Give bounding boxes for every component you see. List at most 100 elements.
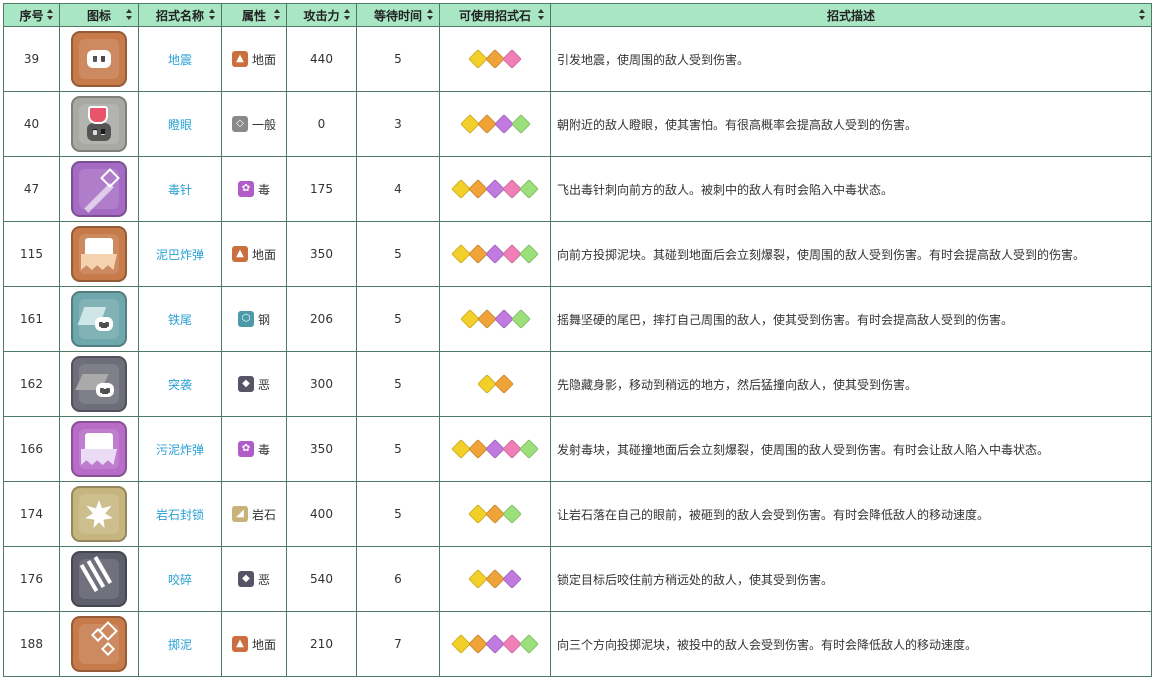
cell-type: ◆ 恶: [221, 351, 287, 417]
cell-name: 地震: [138, 26, 222, 92]
header-stones[interactable]: 可使用招式石: [439, 3, 551, 27]
cell-num: 174: [3, 481, 60, 547]
move-name-link[interactable]: 泥巴炸弹: [156, 248, 204, 262]
type-label: 一般: [251, 117, 276, 132]
header-desc[interactable]: 招式描述: [550, 3, 1152, 27]
type-label: 钢: [257, 312, 270, 327]
header-atk[interactable]: 攻击力: [286, 3, 357, 27]
table-row: 166 污泥炸弹 ✿ 毒 350 5 发射毒块，其碰撞地面后会立刻爆裂，使周围的敌人受到伤害…: [3, 416, 1152, 482]
cell-icon: [59, 351, 139, 417]
cell-icon: [59, 611, 139, 677]
cell-type: ✿ 毒: [221, 416, 287, 482]
cell-num: 161: [3, 286, 60, 352]
table-header-row: 序号 图标 招式名称 属性 攻击力 等待时间 可使用招式石 招式描述: [3, 3, 1152, 27]
cell-type: ▲ 地面: [221, 26, 287, 92]
header-name[interactable]: 招式名称: [138, 3, 222, 27]
move-stone-icon: [502, 49, 522, 69]
cell-wait: 5: [356, 351, 440, 417]
cell-desc: 朝附近的敌人瞪眼，使其害怕。有很高概率会提高敌人受到的伤害。: [550, 91, 1152, 157]
cell-stones: [439, 91, 551, 157]
cell-desc: 摇舞坚硬的尾巴，摔打自己周围的敌人，使其受到伤害。有时会提高敌人受到的伤害。: [550, 286, 1152, 352]
cell-wait: 6: [356, 546, 440, 612]
type-icon: ▲: [231, 51, 248, 67]
crunch-icon: [71, 551, 127, 607]
cell-wait: 3: [356, 91, 440, 157]
cell-name: 突袭: [138, 351, 222, 417]
table-row: 47 毒针 ✿ 毒 175 4 飞出毒针刺向前方的敌人。被刺中的敌人有时会陷入中毒状态。: [3, 156, 1152, 222]
cell-wait: 4: [356, 156, 440, 222]
cell-wait: 5: [356, 416, 440, 482]
move-name-link[interactable]: 突袭: [168, 378, 192, 392]
sort-icon: [344, 9, 350, 20]
cell-num: 166: [3, 416, 60, 482]
cell-stones: [439, 611, 551, 677]
cell-desc: 让岩石落在自己的眼前，被砸到的敌人会受到伤害。有时会降低敌人的移动速度。: [550, 481, 1152, 547]
header-num[interactable]: 序号: [3, 3, 60, 27]
move-stone-icon: [493, 309, 514, 329]
move-stone-icon: [459, 114, 480, 134]
type-label: 地面: [251, 247, 276, 262]
move-table: 序号 图标 招式名称 属性 攻击力 等待时间 可使用招式石 招式描述 39 地震 ▲…: [3, 3, 1152, 677]
cell-type: ▲ 地面: [221, 221, 287, 287]
cell-desc: 锁定目标后咬住前方稍远处的敌人，使其受到伤害。: [550, 546, 1152, 612]
cell-name: 毒针: [138, 156, 222, 222]
move-name-link[interactable]: 毒针: [168, 183, 192, 197]
sort-icon: [47, 9, 53, 20]
cell-wait: 7: [356, 611, 440, 677]
cell-desc: 向前方投掷泥块。其碰到地面后会立刻爆裂，使周围的敌人受到伤害。有时会提高敌人受到…: [550, 221, 1152, 287]
header-wait[interactable]: 等待时间: [356, 3, 440, 27]
move-stone-icon: [459, 309, 480, 329]
cell-icon: [59, 286, 139, 352]
cell-stones: [439, 546, 551, 612]
cell-type: ◆ 恶: [221, 546, 287, 612]
type-label: 地面: [251, 637, 276, 652]
move-stone-icon: [502, 569, 522, 589]
move-name-link[interactable]: 地震: [168, 53, 192, 67]
cell-num: 40: [3, 91, 60, 157]
type-icon: ◆: [237, 571, 254, 587]
cell-atk: 0: [286, 91, 357, 157]
cell-name: 岩石封锁: [138, 481, 222, 547]
sort-icon: [427, 9, 433, 20]
type-icon: ◢: [231, 506, 248, 522]
move-stone-icon: [493, 374, 514, 394]
type-label: 地面: [251, 52, 276, 67]
type-icon: ✿: [237, 441, 254, 457]
cell-desc: 向三个方向投掷泥块，被投中的敌人会受到伤害。有时会降低敌人的移动速度。: [550, 611, 1152, 677]
mud-bomb-icon: [71, 226, 127, 282]
cell-num: 39: [3, 26, 60, 92]
header-icon[interactable]: 图标: [59, 3, 139, 27]
cell-name: 掷泥: [138, 611, 222, 677]
cell-atk: 210: [286, 611, 357, 677]
move-stone-icon: [476, 114, 497, 134]
move-name-link[interactable]: 岩石封锁: [156, 508, 204, 522]
move-name-link[interactable]: 瞪眼: [168, 118, 192, 132]
move-name-link[interactable]: 咬碎: [168, 573, 192, 587]
cell-num: 162: [3, 351, 60, 417]
header-attr[interactable]: 属性: [221, 3, 287, 27]
rock-tomb-icon: [71, 486, 127, 542]
move-name-link[interactable]: 污泥炸弹: [156, 443, 204, 457]
cell-stones: [439, 26, 551, 92]
table-row: 188 掷泥 ▲ 地面 210 7 向三个方向投掷泥块，被投中的敌人会受到伤害。有时会降低敌…: [3, 611, 1152, 677]
cell-atk: 300: [286, 351, 357, 417]
move-name-link[interactable]: 铁尾: [168, 313, 192, 327]
cell-atk: 350: [286, 416, 357, 482]
move-name-link[interactable]: 掷泥: [168, 638, 192, 652]
cell-icon: [59, 546, 139, 612]
type-label: 岩石: [251, 507, 276, 522]
type-icon: ▲: [231, 246, 248, 262]
sort-icon: [126, 9, 132, 20]
cell-type: ▲ 地面: [221, 611, 287, 677]
type-label: 恶: [257, 377, 270, 392]
cell-desc: 飞出毒针刺向前方的敌人。被刺中的敌人有时会陷入中毒状态。: [550, 156, 1152, 222]
sort-icon: [274, 9, 280, 20]
cell-wait: 5: [356, 286, 440, 352]
cell-stones: [439, 416, 551, 482]
type-icon: ▲: [231, 636, 248, 652]
cell-atk: 350: [286, 221, 357, 287]
cell-name: 铁尾: [138, 286, 222, 352]
cell-desc: 先隐藏身影，移动到稍远的地方，然后猛撞向敌人，使其受到伤害。: [550, 351, 1152, 417]
cell-name: 咬碎: [138, 546, 222, 612]
cell-icon: [59, 221, 139, 287]
